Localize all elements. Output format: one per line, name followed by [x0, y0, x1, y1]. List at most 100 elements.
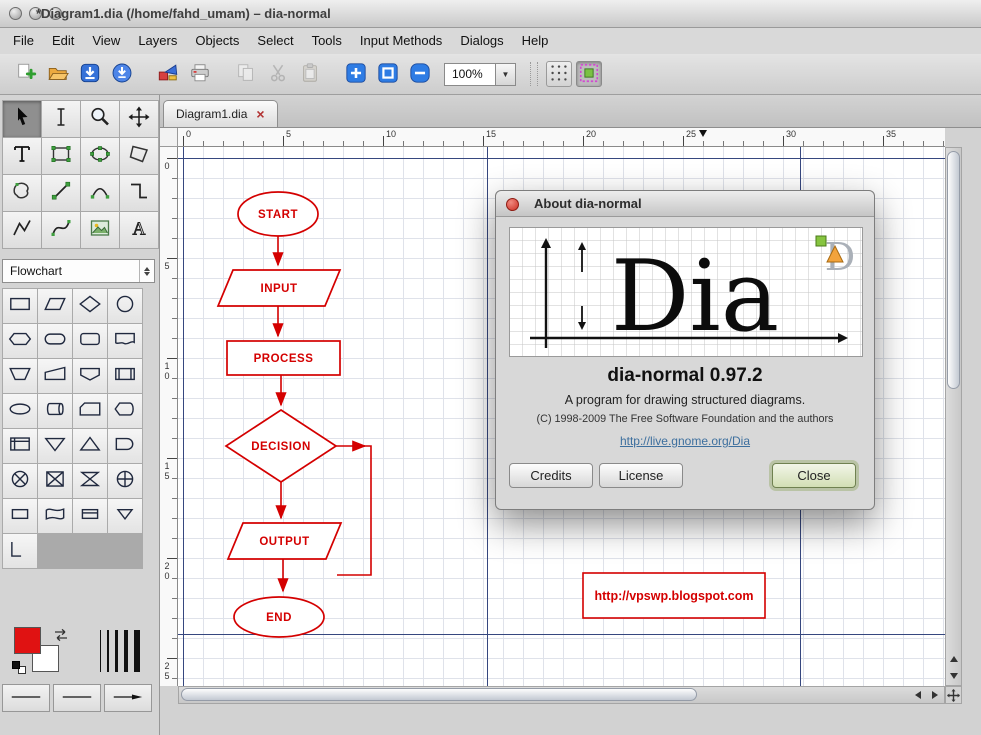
- shape-decision-button[interactable]: [73, 289, 107, 323]
- tool-text-button[interactable]: [3, 138, 41, 174]
- sheet-spinner[interactable]: [139, 260, 154, 282]
- tab-close-icon[interactable]: ×: [256, 107, 264, 121]
- menu-help[interactable]: Help: [513, 29, 558, 53]
- shape-oval-button[interactable]: [3, 394, 37, 428]
- object-snapping-toggle[interactable]: [576, 61, 602, 87]
- tool-box-button[interactable]: [42, 138, 80, 174]
- new-diagram-button[interactable]: [12, 60, 40, 88]
- menu-objects[interactable]: Objects: [186, 29, 248, 53]
- menu-select[interactable]: Select: [248, 29, 302, 53]
- close-window-button[interactable]: [9, 7, 22, 20]
- menu-view[interactable]: View: [83, 29, 129, 53]
- tool-magnify-button[interactable]: [81, 101, 119, 137]
- tool-scroll-button[interactable]: [120, 101, 158, 137]
- shape-rounded-process-button[interactable]: [73, 324, 107, 358]
- tool-zigzagline-button[interactable]: [120, 175, 158, 211]
- tab-diagram1[interactable]: Diagram1.dia ×: [163, 100, 278, 127]
- menu-file[interactable]: File: [4, 29, 43, 53]
- shape-connector-button[interactable]: [108, 289, 142, 323]
- about-dialog-titlebar[interactable]: About dia-normal: [496, 191, 874, 217]
- shape-card-button[interactable]: [73, 499, 107, 533]
- line-width-option[interactable]: [107, 630, 109, 672]
- shape-predefined-process-button[interactable]: [108, 359, 142, 393]
- menu-dialogs[interactable]: Dialogs: [451, 29, 512, 53]
- shape-input-output-button[interactable]: [38, 289, 72, 323]
- begin-arrow-style-button[interactable]: [2, 684, 50, 712]
- export-button[interactable]: [154, 60, 182, 88]
- spinner-up-icon[interactable]: [144, 266, 150, 271]
- close-button[interactable]: Close: [772, 463, 856, 488]
- horizontal-scrollbar-thumb[interactable]: [181, 688, 697, 701]
- save-diagram-button[interactable]: [76, 60, 104, 88]
- zoom-out-button[interactable]: [406, 60, 434, 88]
- foreground-color-swatch[interactable]: [14, 627, 41, 654]
- spinner-down-icon[interactable]: [144, 271, 150, 276]
- zoom-dropdown-button[interactable]: ▼: [496, 62, 516, 86]
- sheet-selector[interactable]: Flowchart: [2, 259, 155, 283]
- zoom-in-button[interactable]: [342, 60, 370, 88]
- scroll-up-button[interactable]: [946, 651, 961, 667]
- shape-process-button[interactable]: [3, 289, 37, 323]
- shape-manual-operation-button[interactable]: [3, 359, 37, 393]
- shape-summing-junction-button[interactable]: [3, 464, 37, 498]
- shape-internal-storage-button[interactable]: [3, 429, 37, 463]
- tool-outline-button[interactable]: A: [120, 212, 158, 248]
- tool-beziergon-button[interactable]: [3, 175, 41, 211]
- shape-or-button[interactable]: [108, 464, 142, 498]
- shape-terminal-button[interactable]: [38, 324, 72, 358]
- tool-image-button[interactable]: [81, 212, 119, 248]
- menu-input-methods[interactable]: Input Methods: [351, 29, 451, 53]
- print-button[interactable]: [186, 60, 214, 88]
- line-width-option[interactable]: [124, 630, 128, 672]
- zoom-fit-button[interactable]: [374, 60, 402, 88]
- shape-punched-tape-button[interactable]: [38, 499, 72, 533]
- about-website-link[interactable]: http://live.gnome.org/Dia: [620, 434, 750, 448]
- tool-modify-button[interactable]: [3, 101, 41, 137]
- shape-punched-card-button[interactable]: [73, 394, 107, 428]
- tool-bezierline-button[interactable]: [42, 212, 80, 248]
- shape-delay-button[interactable]: [108, 429, 142, 463]
- tool-line-button[interactable]: [42, 175, 80, 211]
- shape-triangle-down-button[interactable]: [108, 499, 142, 533]
- shape-manual-input-button[interactable]: [38, 359, 72, 393]
- tool-polyline-button[interactable]: [3, 212, 41, 248]
- shape-preparation-button[interactable]: [3, 324, 37, 358]
- snap-to-grid-toggle[interactable]: [546, 61, 572, 87]
- tool-ellipse-button[interactable]: [81, 138, 119, 174]
- end-arrow-style-button[interactable]: [104, 684, 152, 712]
- default-colors-icon[interactable]: [12, 661, 28, 675]
- tool-arc-button[interactable]: [81, 175, 119, 211]
- shape-magnetic-drum-button[interactable]: [38, 394, 72, 428]
- line-width-selector[interactable]: [94, 625, 146, 677]
- scroll-left-button[interactable]: [910, 687, 925, 703]
- shape-sort-button[interactable]: [38, 464, 72, 498]
- shape-display-button[interactable]: [108, 394, 142, 428]
- pan-tool-button[interactable]: [945, 686, 962, 704]
- tool-polygon-button[interactable]: [120, 138, 158, 174]
- shape-document-button[interactable]: [108, 324, 142, 358]
- shape-collate-button[interactable]: [73, 464, 107, 498]
- tool-textedit-button[interactable]: [42, 101, 80, 137]
- license-button[interactable]: License: [599, 463, 683, 488]
- shape-box-small-button[interactable]: [3, 499, 37, 533]
- shape-extract-button[interactable]: [73, 429, 107, 463]
- horizontal-scrollbar[interactable]: [178, 686, 945, 704]
- line-width-option[interactable]: [134, 630, 140, 672]
- shape-merge-button[interactable]: [38, 429, 72, 463]
- swap-colors-icon[interactable]: [52, 627, 70, 643]
- menu-layers[interactable]: Layers: [129, 29, 186, 53]
- line-width-option[interactable]: [100, 630, 101, 672]
- menu-edit[interactable]: Edit: [43, 29, 83, 53]
- dialog-close-button[interactable]: [506, 198, 519, 211]
- line-width-option[interactable]: [115, 630, 118, 672]
- save-as-button[interactable]: [108, 60, 136, 88]
- scroll-right-button[interactable]: [927, 687, 942, 703]
- shape-off-page-button[interactable]: [73, 359, 107, 393]
- vertical-scrollbar[interactable]: [945, 147, 962, 686]
- menu-tools[interactable]: Tools: [303, 29, 351, 53]
- shape-loop-limit-button[interactable]: [3, 534, 37, 568]
- open-diagram-button[interactable]: [44, 60, 72, 88]
- vertical-scrollbar-thumb[interactable]: [947, 151, 960, 389]
- credits-button[interactable]: Credits: [509, 463, 593, 488]
- line-style-button[interactable]: [53, 684, 101, 712]
